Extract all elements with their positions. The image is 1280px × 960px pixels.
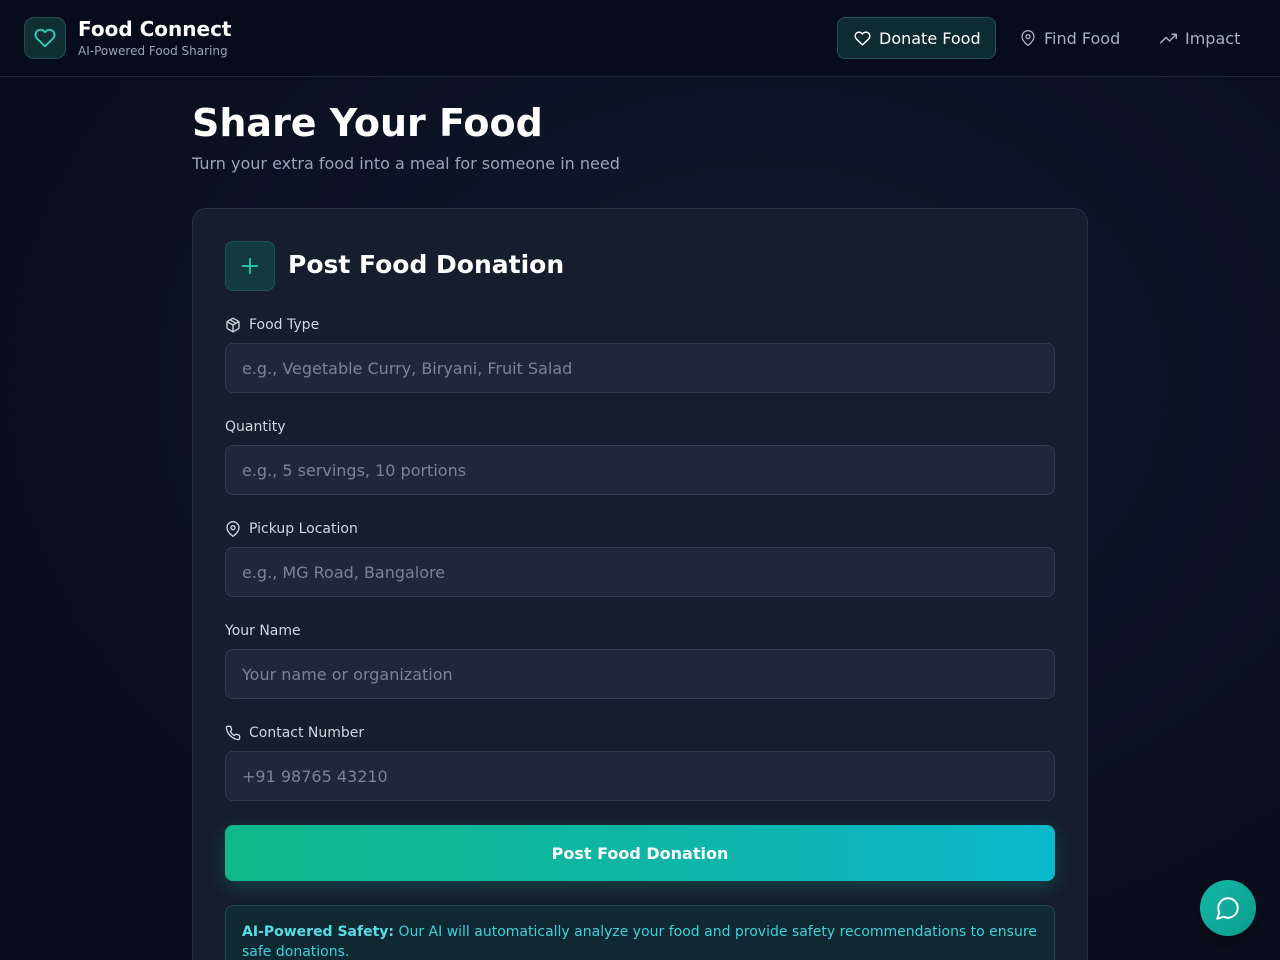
pickup-location-input[interactable] [225, 547, 1055, 597]
phone-icon [225, 725, 241, 741]
quantity-label-text: Quantity [225, 419, 286, 435]
brand-tagline: AI-Powered Food Sharing [78, 44, 228, 58]
package-icon [226, 317, 240, 333]
chat-assistant-button[interactable] [1200, 880, 1256, 936]
contact-number-label: Contact Number [225, 725, 364, 741]
ai-safety-heading: AI-Powered Safety: [242, 924, 394, 940]
page-subtitle: Turn your extra food into a meal for som… [192, 154, 620, 173]
quantity-input[interactable] [225, 445, 1055, 495]
plus-icon [241, 257, 259, 275]
contact-number-label-text: Contact Number [249, 725, 365, 741]
form-title: Post Food Donation [288, 250, 565, 279]
nav-find-food-label: Find Food [1044, 28, 1121, 48]
post-food-donation-button[interactable]: Post Food Donation [225, 825, 1055, 881]
brand-name[interactable]: Food Connect [78, 17, 232, 41]
brand-logo[interactable] [24, 17, 66, 59]
contact-number-input[interactable] [225, 751, 1055, 801]
your-name-input[interactable] [225, 649, 1055, 699]
map-pin-icon [1021, 30, 1035, 46]
nav-impact-button[interactable]: Impact [1144, 17, 1256, 59]
map-pin-icon [226, 521, 240, 537]
card-icon-badge [225, 241, 275, 291]
nav-find-food-button[interactable]: Find Food [1004, 17, 1136, 59]
pickup-location-label-text: Pickup Location [249, 521, 358, 537]
message-circle-icon [1216, 897, 1239, 920]
food-type-label: Food Type [225, 317, 319, 333]
pickup-location-label: Pickup Location [225, 521, 358, 537]
top-navigation-bar: Food Connect AI-Powered Food Sharing Don… [0, 0, 1280, 77]
nav-donate-food-label: Donate Food [879, 28, 981, 48]
food-type-label-text: Food Type [249, 317, 320, 333]
your-name-label-text: Your Name [225, 623, 301, 639]
page-title: Share Your Food [192, 101, 543, 145]
quantity-label: Quantity [225, 419, 286, 435]
heart-icon [854, 30, 871, 46]
ai-safety-info-box: AI-Powered Safety: Our AI will automatic… [225, 905, 1055, 960]
your-name-label: Your Name [225, 623, 301, 639]
nav-donate-food-button[interactable]: Donate Food [837, 17, 996, 59]
food-type-input[interactable] [225, 343, 1055, 393]
trending-up-icon [1160, 33, 1177, 43]
heart-icon [34, 28, 56, 48]
donation-form-card: Post Food Donation Food Type Quantity Pi… [192, 208, 1088, 960]
nav-impact-label: Impact [1185, 28, 1241, 48]
